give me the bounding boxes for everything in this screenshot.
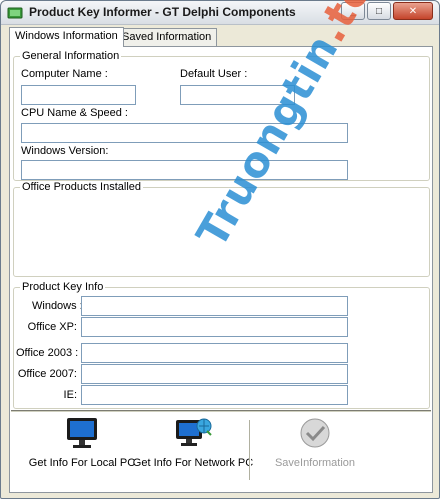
network-monitor-icon: [176, 418, 212, 446]
product-key-info-title: Product Key Info: [20, 281, 106, 293]
office-xp-key-label: Office XP:: [27, 321, 77, 333]
get-info-network-pc-label: Get Info For Network PC: [132, 457, 254, 469]
action-toolbar: Get Info For Local PC Get Info For Netwo…: [11, 410, 431, 490]
windows-version-label: Windows Version:: [21, 145, 109, 157]
office-2007-key-field[interactable]: [81, 364, 348, 384]
ie-key-label: IE:: [63, 389, 77, 401]
ie-key-field[interactable]: [81, 385, 348, 405]
product-key-info-group: Product Key Info Windows : Office XP: Of…: [13, 281, 430, 409]
office-products-title: Office Products Installed: [20, 181, 144, 193]
monitor-icon: [67, 418, 97, 448]
save-check-icon: [300, 418, 330, 448]
computer-name-field[interactable]: [21, 85, 136, 105]
general-information-group: General Information Computer Name : Defa…: [13, 50, 430, 181]
save-information-button[interactable]: SaveInformation: [265, 416, 365, 469]
windows-key-label: Windows :: [32, 300, 83, 312]
close-icon: ✕: [408, 5, 418, 17]
app-window: Product Key Informer - GT Delphi Compone…: [0, 0, 440, 499]
window-title: Product Key Informer - GT Delphi Compone…: [29, 5, 296, 19]
app-key-icon: [7, 7, 23, 19]
tab-saved-information[interactable]: Saved Information: [116, 28, 218, 47]
general-information-title: General Information: [20, 50, 122, 62]
office-xp-key-field[interactable]: [81, 317, 348, 337]
tab-windows-information[interactable]: Windows Information: [9, 27, 124, 47]
computer-name-label: Computer Name :: [21, 68, 108, 80]
toolbar-divider: [249, 420, 251, 480]
cpu-name-speed-label: CPU Name & Speed :: [21, 107, 128, 119]
office-2007-key-label: Office 2007:: [17, 368, 77, 380]
office-2003-key-label: Office 2003 :: [16, 347, 79, 359]
get-info-local-pc-label: Get Info For Local PC: [28, 457, 136, 469]
office-2003-key-field[interactable]: [81, 343, 348, 363]
windows-version-field[interactable]: [21, 160, 348, 180]
get-info-network-pc-button[interactable]: Get Info For Network PC: [129, 416, 257, 469]
maximize-icon: □: [375, 5, 383, 17]
close-button[interactable]: ✕: [393, 2, 433, 20]
windows-key-field[interactable]: [81, 296, 348, 316]
get-info-local-pc-button[interactable]: Get Info For Local PC: [21, 416, 143, 469]
tab-panel: General Information Computer Name : Defa…: [9, 46, 433, 493]
default-user-label: Default User :: [180, 68, 248, 80]
save-information-label: SaveInformation: [274, 457, 356, 469]
